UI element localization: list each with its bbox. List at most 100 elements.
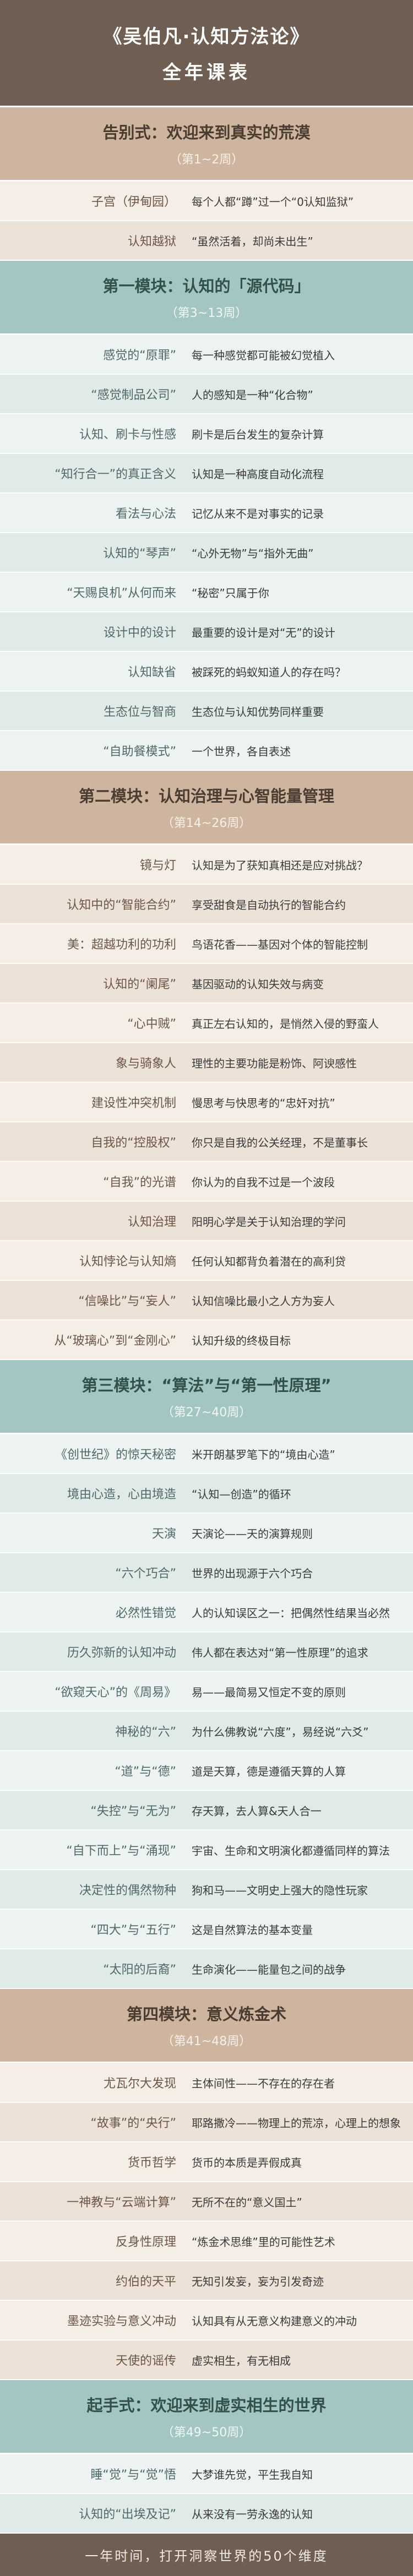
lesson-topic: “太阳的后裔” — [103, 1963, 176, 1977]
lesson-topic: 约伯的天平 — [115, 2275, 176, 2289]
section-opening: 起手式：欢迎来到虚实相生的世界 （第49~50周） 睡“觉”与“觉”悟 大梦谁先觉… — [0, 2380, 413, 2534]
lesson-description: “秘密”只属于你 — [192, 586, 269, 600]
schedule-subtitle: 全年课表 — [162, 62, 251, 84]
lesson-row: 设计中的设计 最重要的设计是对“无”的设计 — [0, 612, 413, 652]
lesson-description: 认知升级的终极目标 — [192, 1334, 291, 1347]
section-header: 第一模块：认知的「源代码」 （第3~13周） — [0, 261, 413, 335]
lesson-row: 建设性冲突机制 慢思考与快思考的“忠奸对抗” — [0, 1083, 413, 1122]
lesson-list: 睡“觉”与“觉”悟 大梦谁先觉，平生我自知 认知的“出埃及记” 从来没有一劳永逸的认… — [0, 2454, 413, 2534]
lesson-topic: 认知的“出埃及记” — [79, 2508, 176, 2522]
lesson-list: 尤瓦尔大发现 主体间性——不存在的存在者 “故事”的“央行” 耶路撒冷——物理上的荒… — [0, 2063, 413, 2380]
section-title: 第三模块：“算法”与“第一性原理” — [81, 1376, 332, 1395]
lesson-row: “自下而上”与“涌现” 宇宙、生命和文明演化都遵循同样的算法 — [0, 1830, 413, 1870]
lesson-topic: 认知悖论与认知熵 — [79, 1255, 176, 1269]
lesson-topic: 设计中的设计 — [103, 626, 176, 640]
lesson-row: 认知中的“智能合约” 享受甜食是自动执行的智能合约 — [0, 885, 413, 924]
lesson-row: 认知的“出埃及记” 从来没有一劳永逸的认知 — [0, 2494, 413, 2534]
lesson-row: 必然性错觉 人的认知误区之一：把偶然性结果当必然 — [0, 1593, 413, 1632]
lesson-description: 人的认知误区之一：把偶然性结果当必然 — [192, 1606, 390, 1620]
lesson-topic: 认知的“琴声” — [103, 547, 176, 561]
section-module-4: 第四模块：意义炼金术 （第41~48周） 尤瓦尔大发现 主体间性——不存在的存在者… — [0, 1989, 413, 2380]
section-module-3: 第三模块：“算法”与“第一性原理” （第27~40周） 《创世纪》的惊天秘密 米开… — [0, 1360, 413, 1989]
lesson-description: 鸟语花香——基因对个体的智能控制 — [192, 938, 368, 951]
lesson-description: 无知引发妄，妄为引发奇迹 — [192, 2274, 324, 2288]
section-weeks: （第1~2周） — [169, 153, 244, 167]
lesson-topic: 货币哲学 — [127, 2156, 176, 2170]
lesson-row: 历久弥新的认知冲动 伟人都在表达对“第一性原理”的追求 — [0, 1632, 413, 1672]
lesson-description: 真正左右认知的，是悄然入侵的野蛮人 — [192, 1017, 379, 1031]
lesson-topic: “道”与“德” — [115, 1765, 176, 1779]
section-title: 第二模块：认知治理与心智能量管理 — [78, 787, 334, 805]
lesson-row: “道”与“德” 道是天算，德是遵循天算的人算 — [0, 1751, 413, 1791]
lesson-topic: 神秘的“六” — [115, 1725, 176, 1739]
lesson-row: 《创世纪》的惊天秘密 米开朗基罗笔下的“境由心造” — [0, 1434, 413, 1474]
section-weeks: （第27~40周） — [161, 1406, 252, 1419]
lesson-description: 慢思考与快思考的“忠奸对抗” — [192, 1096, 335, 1110]
lesson-row: “失控”与“无为” 存天算，去人算&天人合一 — [0, 1791, 413, 1830]
lesson-description: 耶路撒冷——物理上的荒凉，心理上的想象 — [192, 2116, 401, 2130]
lesson-topic: 认知治理 — [127, 1215, 176, 1229]
lesson-row: 看法与心法 记忆从来不是对事实的记录 — [0, 494, 413, 533]
lesson-description: “心外无物”与“指外无曲” — [192, 546, 314, 560]
lesson-description: 从来没有一劳永逸的认知 — [192, 2507, 313, 2521]
lesson-topic: 从“玻璃心”到“金刚心” — [54, 1334, 176, 1348]
lesson-description: 阳明心学是关于认知治理的学问 — [192, 1215, 346, 1229]
lesson-topic: 生态位与智商 — [103, 705, 176, 719]
section-weeks: （第3~13周） — [165, 306, 248, 320]
lesson-description: 认知信噪比最小之人方为妄人 — [192, 1294, 335, 1308]
lesson-row: “六个巧合” 世界的出现源于六个巧合 — [0, 1553, 413, 1593]
section-header: 第四模块：意义炼金术 （第41~48周） — [0, 1989, 413, 2063]
lesson-row: “四大”与“五行” 这是自然算法的基本变量 — [0, 1910, 413, 1949]
lesson-description: 认知具有从无意义构建意义的冲动 — [192, 2314, 357, 2328]
lesson-row: “太阳的后裔” 生命演化——能量包之间的战争 — [0, 1949, 413, 1989]
footer-banner: 一年时间，打开洞察世界的50个维度 — [0, 2534, 413, 2576]
lesson-description: 宇宙、生命和文明演化都遵循同样的算法 — [192, 1844, 390, 1857]
lesson-description: 最重要的设计是对“无”的设计 — [192, 626, 335, 639]
lesson-description: 主体间性——不存在的存在者 — [192, 2076, 335, 2090]
lesson-row: “感觉制品公司” 人的感知是一种“化合物” — [0, 375, 413, 414]
lesson-row: 象与骑象人 理性的主要功能是粉饰、阿谀感性 — [0, 1043, 413, 1083]
lesson-description: 一个世界，各自表述 — [192, 744, 291, 758]
lesson-row: “心中贼” 真正左右认知的，是悄然入侵的野蛮人 — [0, 1004, 413, 1043]
lesson-description: 记忆从来不是对事实的记录 — [192, 507, 324, 520]
lesson-row: “信噪比”与“妄人” 认知信噪比最小之人方为妄人 — [0, 1281, 413, 1320]
lesson-description: 无所不在的“意义国土” — [192, 2195, 302, 2209]
lesson-topic: “心中贼” — [127, 1017, 176, 1031]
lesson-topic: “自助餐模式” — [103, 745, 176, 759]
lesson-description: 大梦谁先觉，平生我自知 — [192, 2468, 313, 2481]
lesson-description: “炼金术思维”里的可能性艺术 — [192, 2235, 335, 2249]
lesson-list: 子宫（伊甸园） 每个人都“蹲”过一个“0认知监狱” 认知越狱 “虽然活着，却尚未出生… — [0, 182, 413, 261]
lesson-description: 基因驱动的认知失效与病变 — [192, 977, 324, 991]
lesson-row: 认知的“琴声” “心外无物”与“指外无曲” — [0, 533, 413, 573]
lesson-description: 米开朗基罗笔下的“境由心造” — [192, 1448, 335, 1461]
lesson-row: “自我”的光谱 你认为的自我不过是一个波段 — [0, 1162, 413, 1202]
section-module-2: 第二模块：认知治理与心智能量管理 （第14~26周） 镜与灯 认知是为了获知真相还… — [0, 771, 413, 1360]
lesson-row: 从“玻璃心”到“金刚心” 认知升级的终极目标 — [0, 1320, 413, 1360]
lesson-topic: 必然性错觉 — [115, 1607, 176, 1620]
lesson-row: “天赐良机”从何而来 “秘密”只属于你 — [0, 573, 413, 612]
lesson-row: 认知悖论与认知熵 任何认知都背负着潜在的高利贷 — [0, 1241, 413, 1281]
lesson-topic: 子宫（伊甸园） — [91, 195, 176, 209]
lesson-list: 感觉的“原罪” 每一种感觉都可能被幻觉植入 “感觉制品公司” 人的感知是一种“化合物… — [0, 335, 413, 771]
section-header: 第三模块：“算法”与“第一性原理” （第27~40周） — [0, 1360, 413, 1434]
lesson-description: 存天算，去人算&天人合一 — [192, 1804, 322, 1818]
lesson-description: 享受甜食是自动执行的智能合约 — [192, 898, 346, 912]
lesson-topic: 一神教与“云端计算” — [67, 2196, 176, 2210]
lesson-row: 境由心造，心由境造 “认知—创造”的循环 — [0, 1474, 413, 1514]
lesson-topic: “欲窥天心”的《周易》 — [55, 1686, 176, 1700]
lesson-row: 认知缺省 被踩死的蚂蚁知道人的存在吗？ — [0, 652, 413, 692]
lesson-topic: 《创世纪》的惊天秘密 — [55, 1448, 176, 1462]
lesson-row: “欲窥天心”的《周易》 易——最简易又恒定不变的原则 — [0, 1672, 413, 1712]
lesson-row: 决定性的偶然物种 狗和马——文明史上强大的隐性玩家 — [0, 1870, 413, 1910]
lesson-topic: 反身性原理 — [115, 2235, 176, 2249]
lesson-row: 感觉的“原罪” 每一种感觉都可能被幻觉植入 — [0, 335, 413, 375]
lesson-topic: 天演 — [151, 1527, 176, 1541]
lesson-topic: 认知越狱 — [127, 235, 176, 249]
lesson-row: 尤瓦尔大发现 主体间性——不存在的存在者 — [0, 2063, 413, 2103]
lesson-topic: 认知的“阑尾” — [103, 978, 176, 991]
lesson-topic: 看法与心法 — [115, 507, 176, 521]
lesson-topic: 自我的“控股权” — [91, 1136, 176, 1150]
lesson-row: “故事”的“央行” 耶路撒冷——物理上的荒凉，心理上的想象 — [0, 2103, 413, 2142]
section-title: 起手式：欢迎来到虚实相生的世界 — [86, 2396, 327, 2415]
lesson-topic: 象与骑象人 — [115, 1057, 176, 1071]
